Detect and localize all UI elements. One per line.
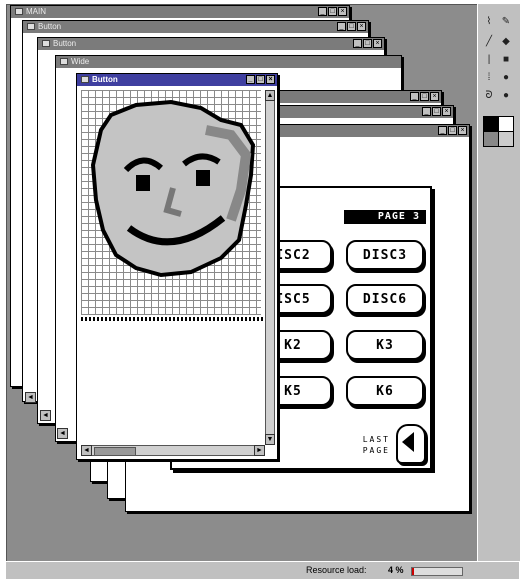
button-disc6[interactable]: DISC6 [346,284,424,314]
minimize-button[interactable]: _ [353,39,362,48]
close-button[interactable]: × [458,126,467,135]
maximize-button[interactable]: □ [448,126,457,135]
button-disc3[interactable]: DISC3 [346,240,424,270]
canvas-separator [81,317,271,321]
color-swatch-black[interactable] [483,116,499,132]
vertical-scrollbar[interactable]: ▲ ▼ [265,90,275,445]
close-button[interactable]: × [338,7,347,16]
scroll-right-button[interactable]: ► [254,445,265,456]
window-icon [27,23,35,31]
minimize-button[interactable]: _ [337,22,346,31]
close-button[interactable]: × [442,107,451,116]
smiley-face-icon [90,99,256,278]
scroll-left-button[interactable]: ◄ [57,428,68,439]
tool-palette: ⌇ ✎ ╱ ◆ | ■ ⁞ ● ᘐ ● [477,4,520,561]
minimize-button[interactable]: _ [318,7,327,16]
status-text: Resource load: [306,565,367,575]
status-meter [411,567,463,576]
brush-tool-icon[interactable]: ╱ [483,36,495,48]
line-tool-icon[interactable]: | [483,54,495,66]
rectangle-tool-icon[interactable]: ■ [500,54,512,66]
curve-tool-icon[interactable]: ᘐ [483,90,495,102]
window-icon [60,58,68,66]
maximize-button[interactable]: □ [328,7,337,16]
minimize-button[interactable]: _ [422,107,431,116]
minimize-button[interactable]: _ [246,75,255,84]
window-main-title: MAIN [26,7,46,16]
maximize-button[interactable]: □ [420,92,429,101]
window-button-1-title: Button [38,22,62,31]
horizontal-scrollbar[interactable]: ◄ ► [81,445,265,456]
status-meter-fill [412,568,414,575]
last-page-button[interactable] [396,424,426,464]
scroll-left-button[interactable]: ◄ [25,392,36,403]
color-swatch-gray[interactable] [483,131,499,147]
scroll-up-button[interactable]: ▲ [265,90,275,101]
window-icon [42,40,50,48]
minimize-button[interactable]: _ [410,92,419,101]
dotted-tool-icon[interactable]: ⁞ [483,72,495,84]
scroll-left-button[interactable]: ◄ [81,445,92,456]
window-button-1-titlebar[interactable]: Button _ □ × [23,21,368,33]
status-value: 4 % [388,565,404,575]
fill-tool-icon[interactable]: ◆ [500,36,512,48]
filled-ellipse-tool-icon[interactable]: ● [500,90,512,102]
status-bar: Resource load: 4 % [6,561,519,579]
maximize-button[interactable]: □ [432,107,441,116]
scroll-left-button[interactable]: ◄ [40,410,51,421]
window-wide-title: Wide [71,57,90,66]
close-button[interactable]: × [373,39,382,48]
button-k3[interactable]: K3 [346,330,424,360]
last-page-label: LAST PAGE [362,435,390,455]
pixel-canvas[interactable] [81,90,261,315]
page-label: PAGE 3 [344,210,426,224]
page-label-text: PAGE 3 [377,211,420,222]
window-wide-titlebar[interactable]: Wide [56,56,401,68]
window-button-2-titlebar[interactable]: Button _ □ × [38,38,384,50]
maximize-button[interactable]: □ [347,22,356,31]
ellipse-tool-icon[interactable]: ● [500,72,512,84]
color-swatch-white[interactable] [498,116,514,132]
minimize-button[interactable]: _ [438,126,447,135]
pencil-tool-icon[interactable]: ✎ [500,16,512,28]
maximize-button[interactable]: □ [256,75,265,84]
window-button-editor[interactable]: Button _ □ × ▲ ▼ ◄ ► [76,73,278,460]
scroll-thumb[interactable] [94,447,136,456]
window-editor-titlebar[interactable]: Button _ □ × [77,74,277,86]
maximize-button[interactable]: □ [363,39,372,48]
window-editor-title: Button [92,75,118,84]
window-icon [81,76,89,84]
close-button[interactable]: × [357,22,366,31]
color-swatch-light[interactable] [498,131,514,147]
button-k6[interactable]: K6 [346,376,424,406]
scroll-down-button[interactable]: ▼ [265,434,275,445]
close-button[interactable]: × [430,92,439,101]
window-main-titlebar[interactable]: MAIN _ □ × [11,6,349,18]
window-button-2-title: Button [53,39,77,48]
left-arrow-icon [402,432,414,452]
lasso-tool-icon[interactable]: ⌇ [483,16,495,28]
close-button[interactable]: × [266,75,275,84]
window-icon [15,8,23,16]
